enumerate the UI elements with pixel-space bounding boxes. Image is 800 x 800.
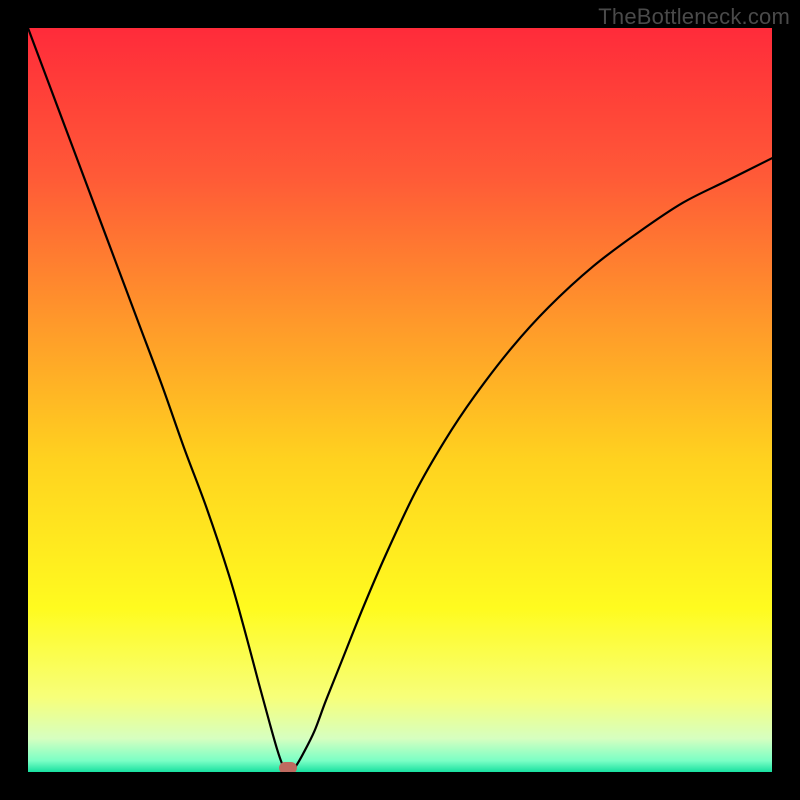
plot-area — [28, 28, 772, 772]
watermark-text: TheBottleneck.com — [598, 4, 790, 30]
bottleneck-curve — [28, 28, 772, 772]
optimal-point-marker — [279, 762, 297, 772]
chart-frame: TheBottleneck.com — [0, 0, 800, 800]
